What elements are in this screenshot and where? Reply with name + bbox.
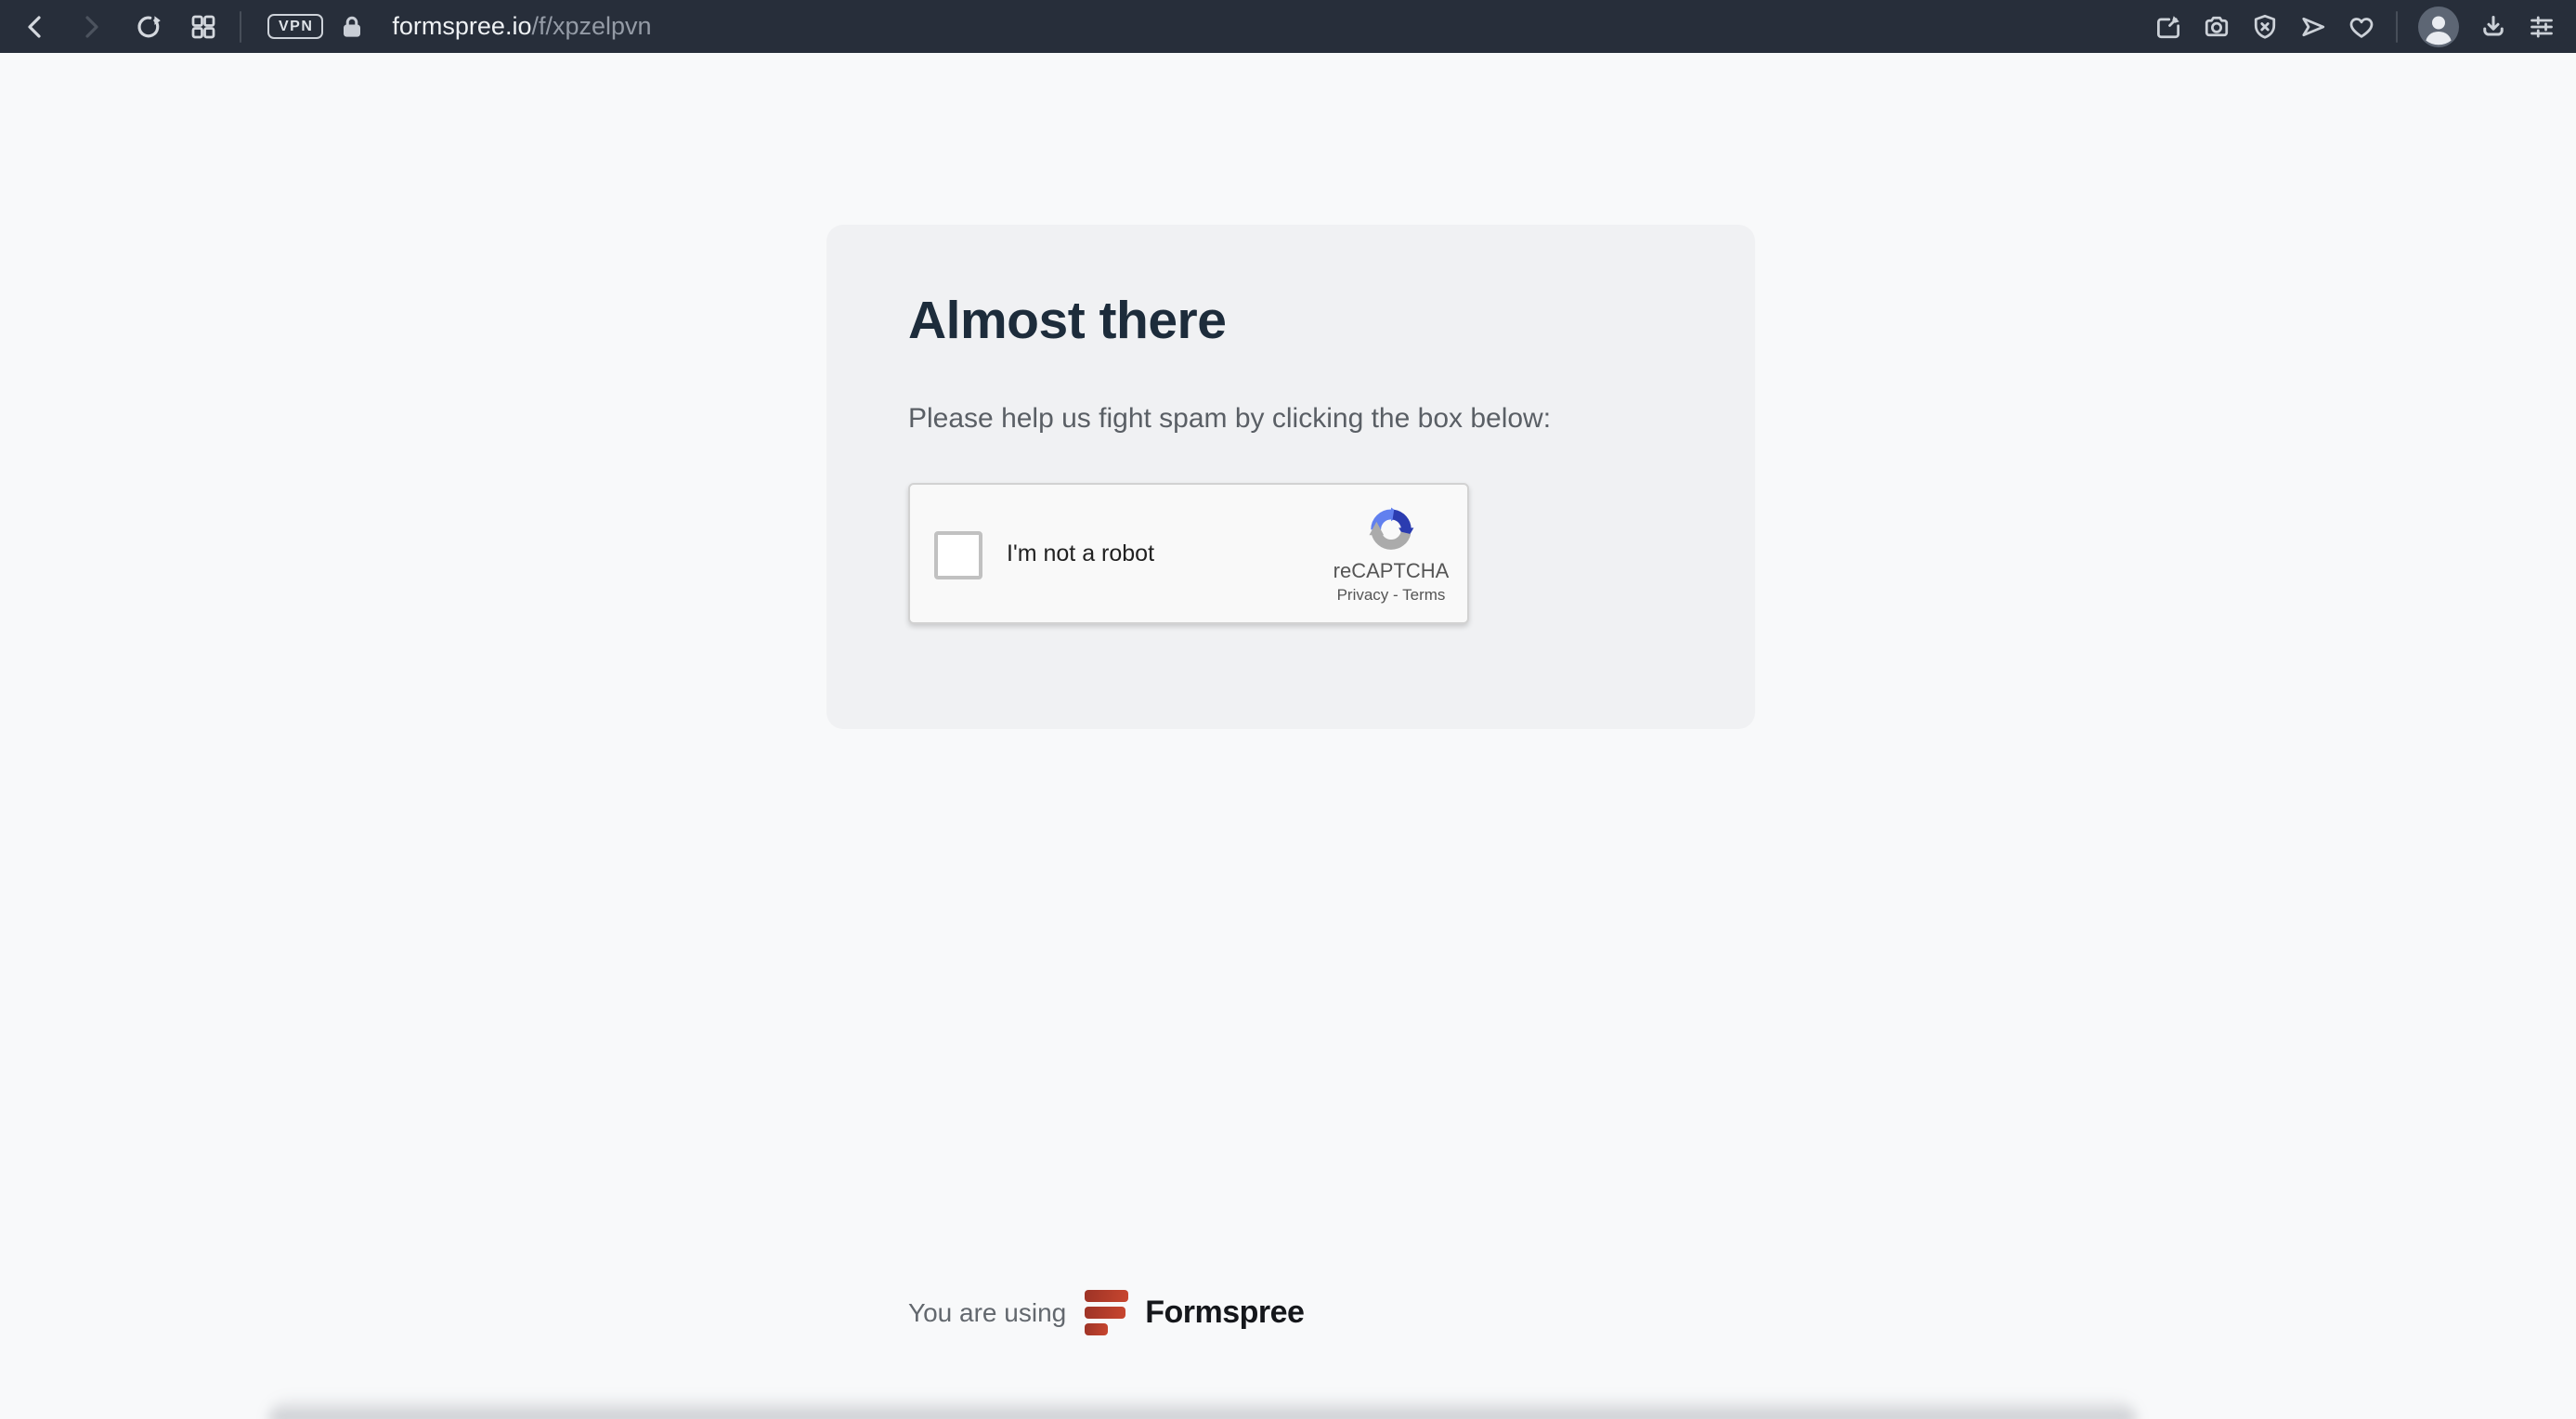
footer: You are using Formspree	[908, 1290, 1305, 1335]
download-icon	[2483, 15, 2504, 35]
page-title: Almost there	[908, 291, 1227, 350]
page-content: Almost there Please help us fight spam b…	[0, 53, 2576, 1419]
site-security-button[interactable]	[338, 13, 366, 41]
lock-icon	[344, 16, 361, 37]
browser-window: VPN formspree.io/f/xpzelpvn Almost there…	[0, 0, 2576, 1419]
profile-button[interactable]	[2418, 6, 2459, 47]
settings-sliders-icon	[2530, 16, 2553, 37]
url-bar[interactable]: formspree.io/f/xpzelpvn	[392, 12, 2154, 41]
formspree-wordmark: Formspree	[1145, 1295, 1305, 1330]
favorites-button[interactable]	[2348, 13, 2375, 41]
url-domain: formspree.io	[392, 12, 532, 40]
shield-block-button[interactable]	[2251, 13, 2279, 41]
recaptcha-logo-icon	[1369, 507, 1414, 550]
recaptcha-widget: I'm not a robot reCAPTCHA Privacy - Term…	[908, 483, 1469, 624]
recaptcha-label: I'm not a robot	[1007, 540, 1155, 566]
formspree-logo-icon	[1085, 1290, 1129, 1335]
browser-toolbar: VPN formspree.io/f/xpzelpvn	[0, 0, 2576, 53]
send-button[interactable]	[2299, 13, 2327, 41]
pin-icon	[2157, 15, 2179, 38]
chevron-right-icon	[85, 15, 98, 38]
toolbar-right-icons	[2154, 6, 2556, 47]
vpn-badge[interactable]: VPN	[267, 14, 324, 39]
reload-icon	[137, 15, 161, 37]
url-path: /f/xpzelpvn	[531, 12, 652, 40]
chevron-left-icon	[28, 15, 41, 38]
screenshot-button[interactable]	[2203, 13, 2231, 41]
settings-button[interactable]	[2528, 13, 2556, 41]
recaptcha-checkbox[interactable]	[934, 531, 982, 579]
heart-icon	[2349, 17, 2374, 38]
page-subtext: Please help us fight spam by clicking th…	[908, 403, 1552, 434]
forward-button[interactable]	[76, 12, 106, 42]
profile-avatar-icon	[2418, 6, 2459, 47]
downloads-button[interactable]	[2479, 13, 2507, 41]
recaptcha-links: Privacy - Terms	[1326, 586, 1456, 605]
terms-link[interactable]: Terms	[1402, 586, 1445, 604]
back-button[interactable]	[20, 12, 50, 42]
tab-grid-icon	[191, 15, 215, 38]
bottom-shadow	[269, 1397, 2136, 1419]
footer-prefix-text: You are using	[908, 1297, 1067, 1327]
reload-button[interactable]	[134, 12, 163, 42]
send-icon	[2302, 17, 2325, 36]
recaptcha-brand-block: reCAPTCHA Privacy - Terms	[1326, 501, 1456, 605]
shield-x-icon	[2254, 14, 2276, 39]
recaptcha-brand-text: reCAPTCHA	[1333, 559, 1450, 582]
vpn-label: VPN	[279, 19, 314, 34]
formspree-link[interactable]: Formspree	[1085, 1290, 1305, 1335]
tab-grid-button[interactable]	[189, 13, 217, 41]
camera-icon	[2205, 16, 2229, 36]
toolbar-separator	[240, 10, 241, 43]
verification-card: Almost there Please help us fight spam b…	[826, 225, 1755, 729]
pin-button[interactable]	[2154, 13, 2182, 41]
privacy-link[interactable]: Privacy	[1337, 586, 1389, 604]
toolbar-separator	[2396, 10, 2398, 43]
links-dash: -	[1393, 586, 1399, 604]
